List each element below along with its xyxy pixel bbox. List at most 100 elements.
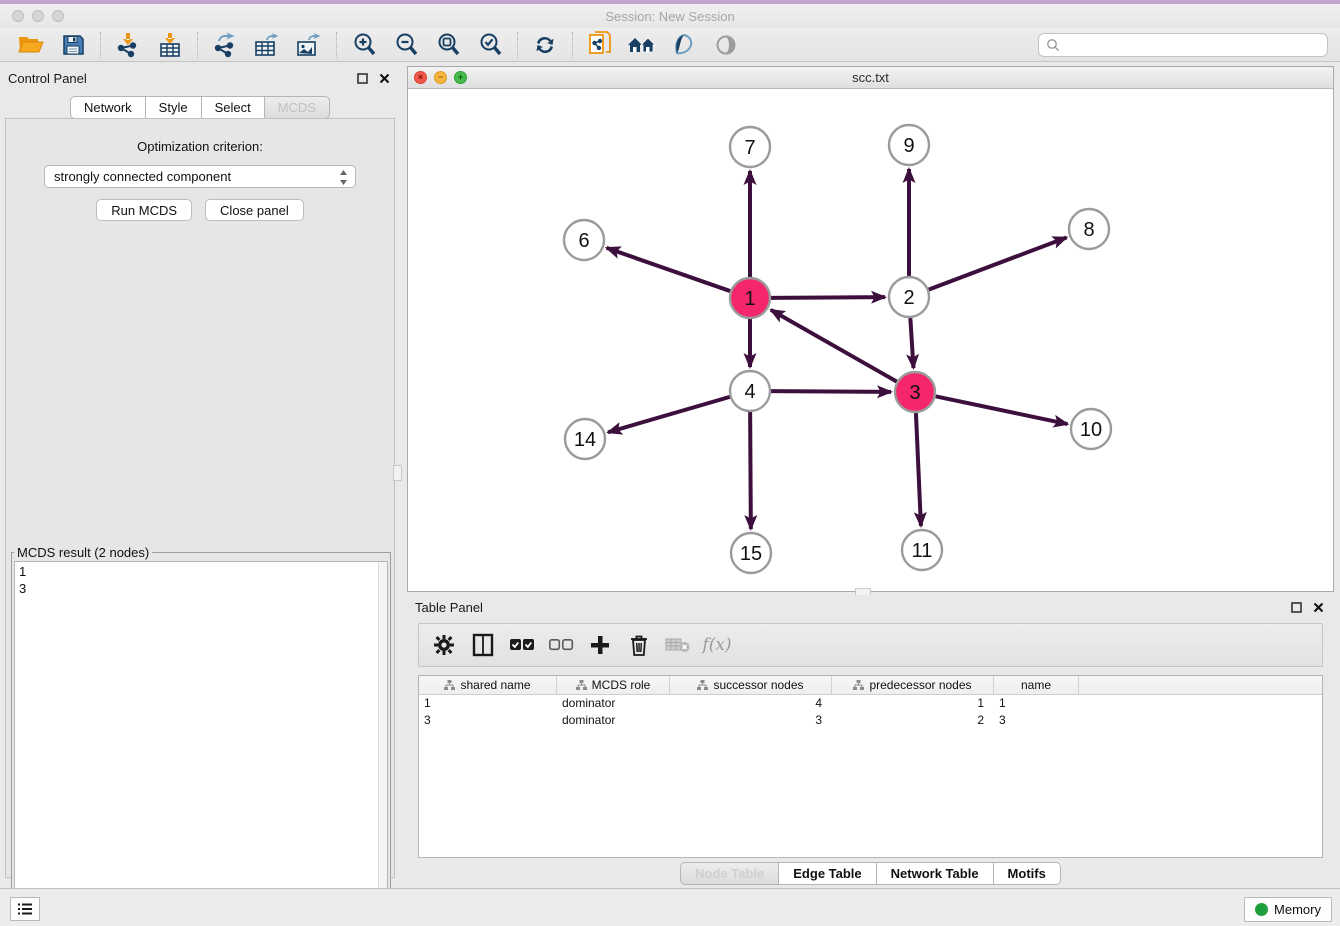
toolbar-separator (572, 32, 573, 58)
run-mcds-button[interactable]: Run MCDS (96, 199, 192, 221)
edge-4-14[interactable] (608, 397, 730, 432)
refresh-layout-icon[interactable] (528, 31, 562, 59)
node-8[interactable]: 8 (1069, 209, 1109, 249)
node-7[interactable]: 7 (730, 127, 770, 167)
table-cell[interactable]: 3 (994, 712, 1079, 729)
float-table-panel-icon[interactable] (1288, 599, 1304, 615)
mcds-result-scrollbar[interactable] (378, 562, 387, 914)
node-1[interactable]: 1 (730, 278, 770, 318)
network-window-titlebar[interactable]: × − + scc.txt (408, 67, 1333, 89)
tab-network-table[interactable]: Network Table (877, 862, 994, 885)
table-cell[interactable]: 2 (832, 712, 994, 729)
deselect-all-icon[interactable] (546, 630, 576, 660)
column-header-successor-nodes[interactable]: successor nodes (670, 676, 832, 694)
search-input[interactable] (1038, 33, 1328, 57)
home-icon[interactable] (625, 31, 659, 59)
node-table[interactable]: shared nameMCDS rolesuccessor nodesprede… (418, 675, 1323, 858)
import-network-icon[interactable] (111, 31, 145, 59)
export-network-icon[interactable] (208, 31, 242, 59)
table-cell[interactable]: 1 (832, 695, 994, 712)
open-session-icon[interactable] (14, 31, 48, 59)
edge-3-1[interactable] (771, 310, 897, 382)
column-header-name[interactable]: name (994, 676, 1079, 694)
tab-mcds[interactable]: MCDS (265, 96, 330, 119)
network-canvas[interactable]: 7 9 6 8 1 2 4 3 14 10 15 11 (408, 89, 1333, 591)
node-14[interactable]: 14 (565, 419, 605, 459)
task-history-button[interactable] (10, 897, 40, 921)
export-image-icon[interactable] (292, 31, 326, 59)
tab-edge-table[interactable]: Edge Table (779, 862, 876, 885)
toolbar-separator (197, 32, 198, 58)
zoom-out-icon[interactable] (389, 31, 423, 59)
style-brush-icon[interactable] (667, 31, 701, 59)
function-builder-icon[interactable]: f(x) (702, 630, 732, 660)
import-table-icon[interactable] (153, 31, 187, 59)
network-graph[interactable]: 7 9 6 8 1 2 4 3 14 10 15 11 (408, 89, 1333, 591)
table-cell[interactable]: dominator (557, 712, 670, 729)
zoom-in-icon[interactable] (347, 31, 381, 59)
tab-select[interactable]: Select (202, 96, 265, 119)
export-table-icon[interactable] (250, 31, 284, 59)
delete-table-icon[interactable] (663, 630, 693, 660)
svg-text:15: 15 (740, 543, 762, 565)
close-panel-icon[interactable] (376, 70, 392, 86)
maximize-view-button[interactable]: + (454, 71, 467, 84)
table-row[interactable]: 1dominator411 (419, 695, 1322, 712)
gear-icon[interactable] (429, 630, 459, 660)
zoom-selected-icon[interactable] (473, 31, 507, 59)
close-table-panel-icon[interactable] (1310, 599, 1326, 615)
column-header-predecessor-nodes[interactable]: predecessor nodes (832, 676, 994, 694)
search-field[interactable] (1060, 34, 1327, 56)
zoom-fit-icon[interactable] (431, 31, 465, 59)
delete-icon[interactable] (624, 630, 654, 660)
node-3[interactable]: 3 (895, 372, 935, 412)
table-cell[interactable]: 3 (419, 712, 557, 729)
column-layout-icon[interactable] (468, 630, 498, 660)
close-view-button[interactable]: × (414, 71, 427, 84)
add-column-icon[interactable] (585, 630, 615, 660)
edge-2-3[interactable] (910, 318, 913, 368)
mcds-result-text[interactable]: 1 3 (14, 561, 388, 915)
node-4[interactable]: 4 (730, 371, 770, 411)
column-header-mcds-role[interactable]: MCDS role (557, 676, 670, 694)
node-9[interactable]: 9 (889, 125, 929, 165)
window-title: Session: New Session (0, 9, 1340, 24)
table-cell[interactable]: 1 (994, 695, 1079, 712)
node-15[interactable]: 15 (731, 533, 771, 573)
memory-button[interactable]: Memory (1244, 897, 1332, 922)
edge-3-10[interactable] (936, 396, 1068, 424)
select-all-check-icon[interactable] (507, 630, 537, 660)
save-session-icon[interactable] (56, 31, 90, 59)
node-2[interactable]: 2 (889, 277, 929, 317)
edge-2-8[interactable] (929, 237, 1067, 289)
edge-3-11[interactable] (916, 413, 921, 526)
status-bar: Memory (0, 888, 1340, 926)
tab-motifs[interactable]: Motifs (994, 862, 1061, 885)
node-11[interactable]: 11 (902, 530, 942, 570)
eye-icon[interactable] (709, 31, 743, 59)
table-row[interactable]: 3dominator323 (419, 712, 1322, 729)
tab-network[interactable]: Network (70, 96, 146, 119)
edge-1-2[interactable] (771, 297, 885, 298)
node-10[interactable]: 10 (1071, 409, 1111, 449)
panel-divider-grip[interactable] (393, 465, 402, 481)
network-from-file-icon[interactable] (583, 31, 617, 59)
table-cell[interactable]: 1 (419, 695, 557, 712)
svg-text:7: 7 (744, 137, 755, 159)
column-header-shared-name[interactable]: shared name (419, 676, 557, 694)
memory-status-icon (1255, 903, 1268, 916)
mcds-tab-body: Optimization criterion: strongly connect… (5, 118, 395, 878)
table-cell[interactable]: 3 (670, 712, 832, 729)
edge-4-3[interactable] (771, 391, 891, 392)
tab-style[interactable]: Style (146, 96, 202, 119)
close-panel-button[interactable]: Close panel (205, 199, 304, 221)
minimize-view-button[interactable]: − (434, 71, 447, 84)
node-6[interactable]: 6 (564, 220, 604, 260)
optimization-criterion-select[interactable]: strongly connected component (44, 165, 356, 188)
float-panel-icon[interactable] (354, 70, 370, 86)
table-cell[interactable]: dominator (557, 695, 670, 712)
table-cell[interactable]: 4 (670, 695, 832, 712)
tab-node-table[interactable]: Node Table (680, 862, 779, 885)
edge-1-6[interactable] (607, 248, 731, 291)
edge-4-15[interactable] (750, 412, 751, 529)
